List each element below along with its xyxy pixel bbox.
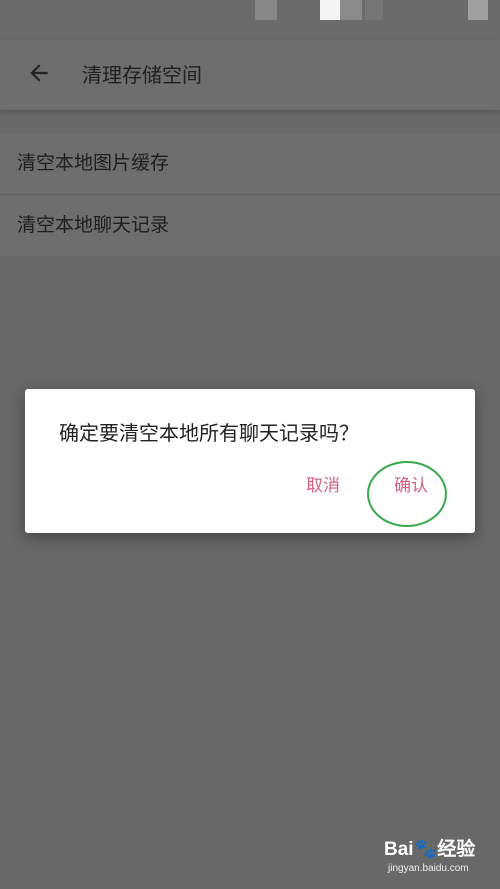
status-icon-block <box>340 0 362 20</box>
page-title: 清理存储空间 <box>82 63 202 87</box>
watermark-url: jingyan.baidu.com <box>388 863 469 874</box>
status-icon-block <box>320 0 340 20</box>
back-button[interactable] <box>18 54 60 96</box>
status-icon-block <box>468 0 488 20</box>
status-icon-block <box>365 0 383 20</box>
dialog-message: 确定要清空本地所有聊天记录吗？ <box>59 421 359 445</box>
cancel-button[interactable]: 取消 <box>306 473 340 499</box>
list-item-clear-image-cache[interactable]: 清空本地图片缓存 <box>0 133 500 195</box>
settings-list: 清空本地图片缓存 清空本地聊天记录 <box>0 133 500 256</box>
confirm-dialog: 确定要清空本地所有聊天记录吗？ 取消 确认 <box>25 389 475 533</box>
baidu-jingyan-watermark: Bai🐾经验 jingyan.baidu.com <box>384 838 496 884</box>
watermark-brand-text: Bai <box>384 839 414 860</box>
list-item-clear-chat-history[interactable]: 清空本地聊天记录 <box>0 195 500 256</box>
paw-icon: 🐾 <box>413 839 438 860</box>
status-icon-block <box>255 0 277 20</box>
arrow-left-icon <box>26 60 52 90</box>
status-bar <box>0 0 500 40</box>
app-bar: 清理存储空间 <box>0 40 500 110</box>
watermark-brand: Bai🐾经验 <box>384 838 496 862</box>
confirm-button[interactable]: 确认 <box>394 473 428 499</box>
watermark-brand-suffix: 经验 <box>437 839 476 860</box>
